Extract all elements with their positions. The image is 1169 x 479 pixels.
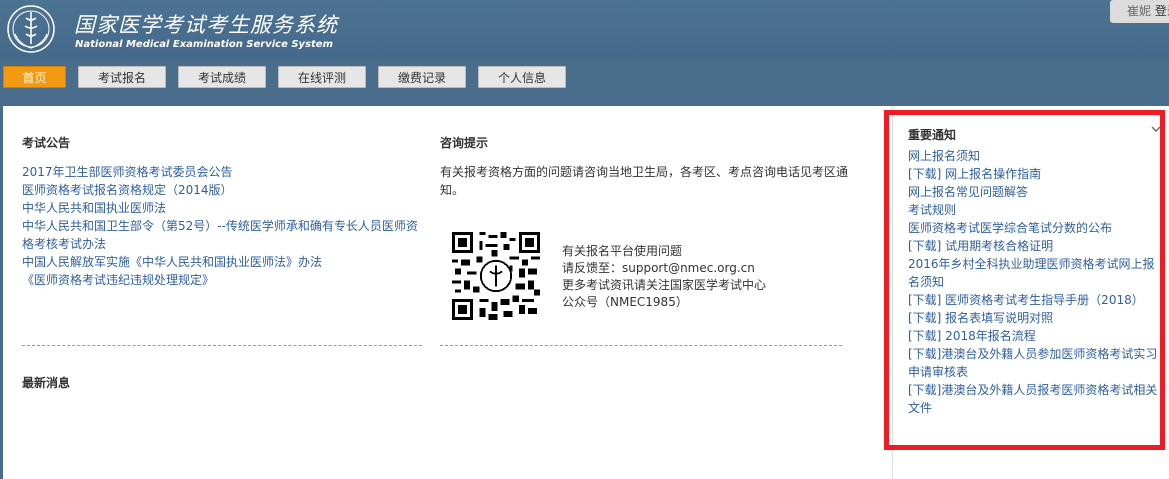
site-title: 国家医学考试考生服务系统 [74,13,338,37]
header: 国家医学考试考生服务系统 National Medical Examinatio… [0,0,1169,60]
notice-item[interactable]: 网上报名须知 [908,147,1160,165]
nav-exam-registration[interactable]: 考试报名 [78,66,166,88]
contact-line: 请反馈至：support@nmec.org.cn [562,261,755,275]
wechat-qr-code-icon [452,232,540,320]
nav-home[interactable]: 首页 [3,66,66,88]
notice-item[interactable]: [下载] 网上报名操作指南 [908,165,1160,183]
nav-personal-info[interactable]: 个人信息 [478,66,566,88]
announcements-list: 2017年卫生部医师资格考试委员会公告 医师资格考试报名资格规定（2014版） … [22,163,422,289]
notice-item[interactable]: [下载]港澳台及外籍人员参加医师资格考试实习申请审核表 [908,345,1160,381]
panel-divider [892,106,893,479]
notice-item[interactable]: 考试规则 [908,201,1160,219]
announcement-item[interactable]: 格考核考试办法 [22,235,422,253]
announcements-title: 考试公告 [22,136,71,150]
notices-title: 重要通知 [908,128,957,142]
user-name: 崔妮 [1127,4,1152,18]
section-divider [440,345,842,346]
emblem-logo-icon [7,5,55,53]
notice-item[interactable]: [下载] 报名表填写说明对照 [908,309,1160,327]
contact-line: 有关报名平台使用问题 [562,244,683,258]
announcement-item[interactable]: 2017年卫生部医师资格考试委员会公告 [22,163,422,181]
announcement-item[interactable]: 《医师资格考试违纪违规处理规定》 [22,271,422,289]
nav-online-assessment[interactable]: 在线评测 [278,66,366,88]
consult-text: 有关报考资格方面的问题请咨询当地卫生局，各考区、考点咨询电话见考区通知。 [440,165,849,197]
login-link[interactable]: 登录 [1155,4,1169,18]
nav-exam-scores[interactable]: 考试成绩 [178,66,266,88]
contact-line: 更多考试资讯请关注国家医学考试中心 [562,278,767,292]
section-divider [22,345,422,346]
news-title: 最新消息 [22,376,71,390]
nav-payment-records[interactable]: 缴费记录 [378,66,466,88]
notice-item[interactable]: [下载] 试用期考核合格证明 [908,237,1160,255]
announcement-item[interactable]: 医师资格考试报名资格规定（2014版） [22,181,422,199]
announcement-item[interactable]: 中华人民共和国卫生部令（第52号）--传统医学师承和确有专长人员医师资 [22,217,422,235]
site-subtitle: National Medical Examination Service Sys… [75,39,334,50]
announcement-item[interactable]: 中国人民解放军实施《中华人民共和国执业医师法》办法 [22,253,422,271]
notice-item[interactable]: 医师资格考试医学综合笔试分数的公布 [908,219,1160,237]
notice-item[interactable]: [下载]港澳台及外籍人员报考医师资格考试相关文件 [908,381,1160,417]
announcement-item[interactable]: 中华人民共和国执业医师法 [22,199,422,217]
user-login-box[interactable]: 崔妮 登录 [1110,0,1169,23]
notice-item[interactable]: [下载] 2018年报名流程 [908,327,1160,345]
contact-info: 有关报名平台使用问题 请反馈至：support@nmec.org.cn 更多考试… [562,243,766,311]
contact-line: 公众号（NMEC1985） [562,295,688,309]
notice-item[interactable]: 网上报名常见问题解答 [908,183,1160,201]
main-nav: 首页 考试报名 考试成绩 在线评测 缴费记录 个人信息 [0,60,1169,96]
consult-title: 咨询提示 [440,136,489,150]
notice-item[interactable]: 2016年乡村全科执业助理医师资格考试网上报名须知 [908,255,1160,291]
notices-list: 网上报名须知 [下载] 网上报名操作指南 网上报名常见问题解答 考试规则 医师资… [908,147,1160,417]
notice-item[interactable]: [下载] 医师资格考试考生指导手册（2018） [908,291,1160,309]
chevron-down-icon[interactable] [1150,123,1162,135]
